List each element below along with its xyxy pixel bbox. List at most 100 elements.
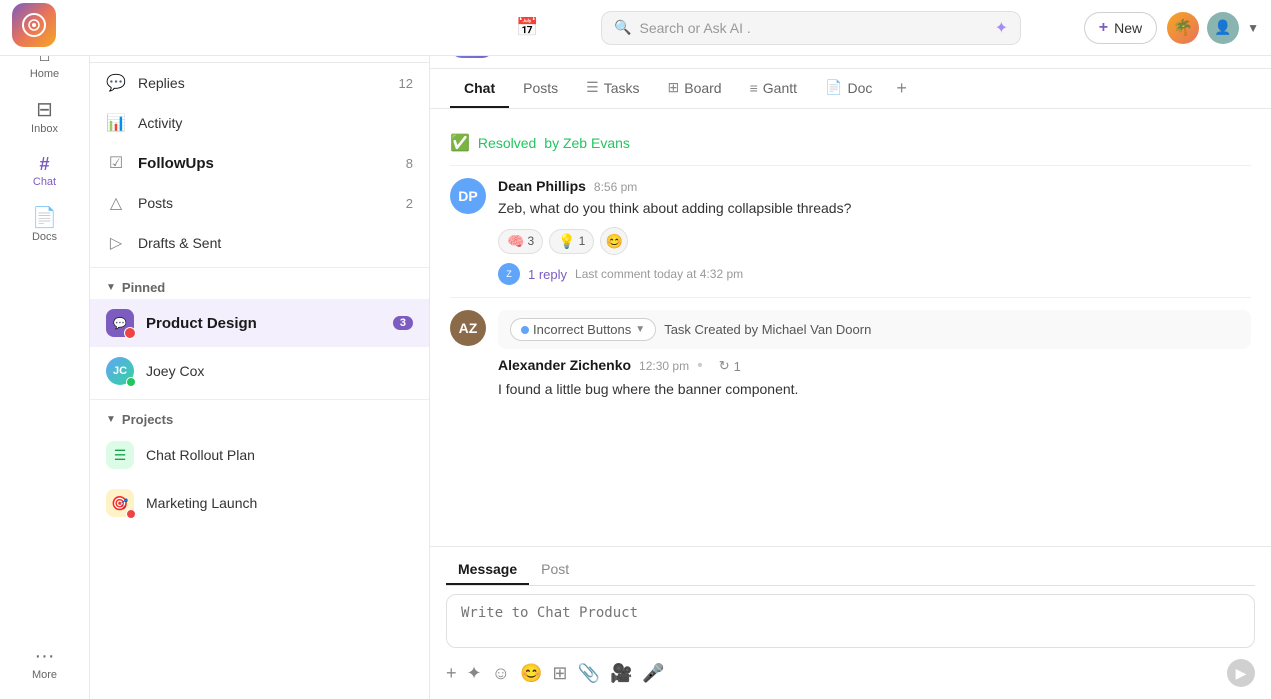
replies-label: Replies (138, 75, 387, 91)
marketing-badge-dot (126, 509, 136, 519)
more-icon: ··· (35, 646, 55, 666)
tab-add-button[interactable]: + (890, 70, 913, 107)
sidebar-item-inbox-label: Inbox (31, 123, 58, 135)
toolbar-video-icon[interactable]: 🎥 (610, 663, 632, 684)
tab-posts-label: Posts (523, 80, 558, 96)
message-alexander: AZ Incorrect Buttons ▼ Task Created by M… (450, 297, 1251, 412)
chat-item-posts[interactable]: △ Posts 2 (90, 183, 429, 223)
ai-sparkle-icon: ✦ (995, 18, 1008, 38)
input-tab-message[interactable]: Message (446, 555, 529, 585)
followups-label: FollowUps (138, 155, 394, 172)
thread-reply-count: 1 reply (528, 267, 567, 282)
rollout-label: Chat Rollout Plan (146, 447, 413, 463)
divider-projects (90, 399, 429, 400)
joey-cox-avatar: JC (106, 357, 134, 385)
product-design-status-icon (124, 327, 136, 339)
replies-icon: 💬 (106, 73, 126, 93)
topbar-center: 📅 🔍 Search or Ask AI . ✦ + New (516, 11, 1157, 45)
nav-sidebar: ▼ ⌂ Home ⊟ Inbox # Chat 📄 Docs ··· More (0, 0, 90, 699)
docs-icon: 📄 (32, 208, 57, 228)
pinned-section-header[interactable]: ▼ Pinned (90, 272, 429, 299)
topbar-user-avatar[interactable]: 👤 (1207, 12, 1239, 44)
toolbar-attach-icon[interactable]: 📎 (578, 663, 600, 684)
calendar-icon[interactable]: 📅 (516, 17, 538, 38)
doc-icon: 📄 (825, 79, 842, 96)
product-design-avatar: 💬 (106, 309, 134, 337)
task-banner: Incorrect Buttons ▼ Task Created by Mich… (498, 310, 1251, 349)
toolbar-sparkle-icon[interactable]: ✦ (467, 663, 482, 684)
add-reaction-button[interactable]: 😊 (600, 227, 628, 255)
chat-item-product-design[interactable]: 💬 Product Design 3 (90, 299, 429, 347)
search-bar[interactable]: 🔍 Search or Ask AI . ✦ (601, 11, 1021, 45)
tab-tasks[interactable]: ☰ Tasks (572, 69, 653, 108)
thread-avatar: Z (498, 263, 520, 285)
chat-item-replies[interactable]: 💬 Replies 12 (90, 63, 429, 103)
tab-tasks-label: Tasks (604, 80, 640, 96)
marketing-project-icon: 🎯 (106, 489, 134, 517)
sync-count: 1 (734, 359, 741, 374)
joey-cox-label: Joey Cox (146, 363, 413, 379)
dean-name: Dean Phillips (498, 178, 586, 194)
resolved-banner: ✅ Resolved by Zeb Evans (450, 125, 1251, 165)
new-btn-label: New (1114, 20, 1142, 36)
board-icon: ⊞ (668, 79, 680, 96)
chat-item-joey-cox[interactable]: JC Joey Cox (90, 347, 429, 395)
toolbar-plus-icon[interactable]: + (446, 663, 457, 684)
resolved-check-icon: ✅ (450, 133, 470, 153)
sidebar-item-more[interactable]: ··· More (7, 638, 83, 689)
chat-item-drafts[interactable]: ▷ Drafts & Sent (90, 223, 429, 263)
chat-item-activity[interactable]: 📊 Activity (90, 103, 429, 143)
sync-indicator: ↻ 1 (719, 358, 741, 374)
chat-item-followups[interactable]: ☑ FollowUps 8 (90, 143, 429, 183)
resolved-text: Resolved (478, 135, 536, 151)
toolbar-grid-icon[interactable]: ⊞ (552, 663, 567, 684)
sidebar-item-docs-label: Docs (32, 231, 57, 243)
sidebar-item-inbox[interactable]: ⊟ Inbox (7, 92, 83, 143)
tab-chat-label: Chat (464, 80, 495, 96)
topbar-right: 🌴 👤 ▼ (1167, 12, 1259, 44)
reply-thread[interactable]: Z 1 reply Last comment today at 4:32 pm (498, 263, 1251, 285)
tasks-list-icon: ☰ (586, 79, 599, 96)
app-root: 📅 🔍 Search or Ask AI . ✦ + New 🌴 👤 ▼ ▼ ⌂… (0, 0, 1271, 699)
sidebar-item-chat[interactable]: # Chat (7, 147, 83, 196)
chat-item-rollout[interactable]: ☰ Chat Rollout Plan (90, 431, 429, 479)
sync-icon: ↻ (719, 358, 730, 374)
task-status-pill[interactable]: Incorrect Buttons ▼ (510, 318, 656, 341)
alexander-avatar: AZ (450, 310, 486, 346)
topbar-chevron-icon[interactable]: ▼ (1247, 21, 1259, 35)
tab-gantt[interactable]: ≡ Gantt (736, 70, 811, 108)
reaction-bulb[interactable]: 💡 1 (549, 229, 594, 254)
tab-board[interactable]: ⊞ Board (654, 69, 736, 108)
rollout-project-icon: ☰ (106, 441, 134, 469)
chat-panel: Chat + 💬 Replies 12 📊 Activity ☑ FollowU… (90, 0, 430, 699)
resolved-by: by Zeb Evans (544, 135, 630, 151)
replies-count: 12 (399, 76, 413, 91)
posts-label: Posts (138, 195, 394, 211)
brain-count: 3 (527, 234, 534, 248)
pinned-section-label: Pinned (122, 280, 165, 295)
toolbar-mic-icon[interactable]: 🎤 (642, 663, 664, 684)
followups-count: 8 (406, 156, 413, 171)
tab-posts[interactable]: Posts (509, 70, 572, 108)
tab-chat[interactable]: Chat (450, 70, 509, 108)
task-created-label: Task Created by Michael Van Doorn (664, 322, 871, 337)
tab-doc[interactable]: 📄 Doc (811, 69, 886, 108)
toolbar-emoji-icon[interactable]: ☺ (492, 663, 510, 684)
brain-emoji: 🧠 (507, 233, 524, 250)
toolbar-smiley-icon[interactable]: 😊 (520, 663, 542, 684)
input-tab-post[interactable]: Post (529, 555, 581, 585)
message-input[interactable] (446, 594, 1255, 648)
task-created-text: Task Created by Michael Van Doorn (664, 322, 871, 337)
message-dean: DP Dean Phillips 8:56 pm Zeb, what do yo… (450, 165, 1251, 297)
sidebar-item-docs[interactable]: 📄 Docs (7, 200, 83, 251)
reaction-brain[interactable]: 🧠 3 (498, 229, 543, 254)
dean-avatar: DP (450, 178, 486, 214)
new-button[interactable]: + New (1084, 12, 1157, 44)
app-logo[interactable] (12, 3, 56, 47)
alexander-time: 12:30 pm (639, 359, 689, 373)
projects-section-header[interactable]: ▼ Projects (90, 404, 429, 431)
send-button[interactable]: ▶ (1227, 659, 1255, 687)
chat-item-marketing[interactable]: 🎯 Marketing Launch (90, 479, 429, 527)
dean-text: Zeb, what do you think about adding coll… (498, 198, 1251, 219)
joey-online-indicator (126, 377, 136, 387)
